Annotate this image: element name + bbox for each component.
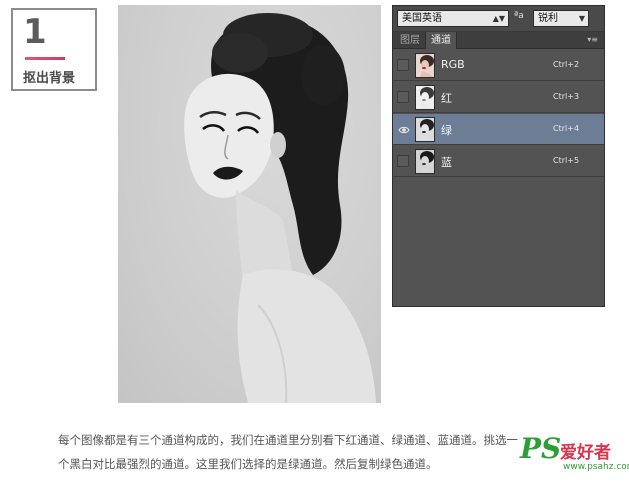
chevron-updown-icon: ▲▼ <box>492 14 505 23</box>
visibility-toggle[interactable] <box>397 59 409 71</box>
panel-tabs: 图层 通道 ▾≡ <box>393 32 604 49</box>
channel-thumbnail <box>415 117 435 142</box>
channel-row-rgb[interactable]: RGB Ctrl+2 <box>393 50 604 81</box>
anti-alias-icon: ªa <box>514 11 524 21</box>
channel-thumbnail <box>415 53 435 78</box>
channel-thumbnail <box>415 85 435 110</box>
channel-name: RGB <box>441 58 465 71</box>
channel-name: 蓝 <box>441 156 452 169</box>
channel-name: 红 <box>441 92 452 105</box>
channel-shortcut: Ctrl+3 <box>553 92 580 101</box>
channel-row-red[interactable]: 红 Ctrl+3 <box>393 82 604 113</box>
watermark-url: www.psahz.com <box>563 462 629 472</box>
channel-name: 绿 <box>441 124 452 137</box>
channel-row-blue[interactable]: 蓝 Ctrl+5 <box>393 146 604 177</box>
panel-menu-icon[interactable]: ▾≡ <box>587 35 598 44</box>
channel-row-green[interactable]: 绿 Ctrl+4 <box>393 114 604 145</box>
anti-alias-value: 锐利 <box>538 13 558 24</box>
portrait-photo <box>118 5 381 403</box>
step-accent-line <box>25 57 65 60</box>
watermark-brand: 爱好者 <box>560 443 611 463</box>
chevron-down-icon: ▼ <box>578 14 585 23</box>
step-title: 抠出背景 <box>23 71 76 86</box>
font-language-select[interactable]: 美国英语 ▲▼ <box>397 10 509 27</box>
channels-panel: 美国英语 ▲▼ ªa 锐利 ▼ 图层 通道 ▾≡ RGB Ctrl+2 红 Ct… <box>392 5 605 307</box>
channel-thumbnail <box>415 149 435 174</box>
channel-shortcut: Ctrl+5 <box>553 156 580 165</box>
eye-icon <box>398 126 410 134</box>
anti-alias-select[interactable]: 锐利 ▼ <box>533 10 589 27</box>
caption-line-1: 每个图像都是有三个通道构成的，我们在通道里分别看下红通道、绿通道、蓝通道。挑选一 <box>58 433 518 447</box>
step-badge: 1 抠出背景 <box>11 8 97 91</box>
tab-layers[interactable]: 图层 <box>395 32 425 49</box>
watermark-ps: PS <box>520 432 562 465</box>
font-language-value: 美国英语 <box>402 13 442 24</box>
visibility-toggle[interactable] <box>397 155 409 167</box>
visibility-toggle[interactable] <box>397 91 409 103</box>
watermark-logo: PS 爱好者 www.psahz.com <box>520 432 629 476</box>
panel-toolbar: 美国英语 ▲▼ ªa 锐利 ▼ <box>393 6 604 32</box>
channel-shortcut: Ctrl+4 <box>553 124 580 133</box>
step-number: 1 <box>23 12 47 52</box>
tab-channels[interactable]: 通道 <box>425 32 457 49</box>
visibility-toggle[interactable] <box>397 123 410 135</box>
caption-line-2: 个黑白对比最强烈的通道。这里我们选择的是绿通道。然后复制绿色通道。 <box>58 457 438 471</box>
channel-shortcut: Ctrl+2 <box>553 60 580 69</box>
